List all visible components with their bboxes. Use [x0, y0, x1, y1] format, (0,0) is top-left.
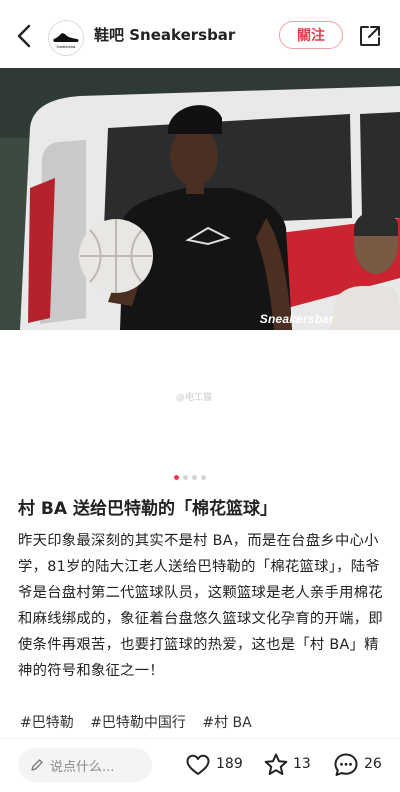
- hashtag-link[interactable]: #巴特勒中国行: [90, 715, 186, 731]
- comment-placeholder: 说点什么...: [50, 760, 115, 775]
- bottom-action-bar: 说点什么... 189 13 26: [0, 738, 400, 792]
- like-count: 189: [216, 756, 243, 772]
- comment-button[interactable]: 26: [332, 751, 388, 779]
- carousel-dot[interactable]: [174, 475, 179, 480]
- carousel-dot[interactable]: [183, 475, 188, 480]
- post-photo[interactable]: Sneakersbar: [0, 68, 400, 330]
- comment-count: 26: [364, 756, 382, 772]
- photo-watermark: Sneakersbar: [259, 312, 334, 326]
- favorite-count: 13: [293, 756, 311, 772]
- hashtag-link[interactable]: #村 BA: [202, 715, 251, 731]
- avatar[interactable]: Sneakersbar: [48, 20, 84, 56]
- top-bar: Sneakersbar 鞋吧 Sneakersbar 關注: [0, 0, 400, 70]
- heart-icon: [186, 754, 210, 775]
- pencil-icon: [31, 759, 43, 771]
- back-arrow-icon[interactable]: [12, 22, 38, 50]
- follow-button[interactable]: 關注: [279, 21, 343, 49]
- comment-input[interactable]: 说点什么...: [18, 748, 152, 782]
- post-title: 村 BA 送给巴特勒的「棉花篮球」: [18, 499, 277, 519]
- weibo-watermark: @电工猫: [176, 393, 213, 403]
- post-body: 昨天印象最深刻的其实不是村 BA，而是在台盘乡中心小学，81岁的陆大江老人送给巴…: [18, 533, 383, 679]
- hashtag-link[interactable]: #巴特勒: [20, 715, 74, 731]
- carousel-dot[interactable]: [201, 475, 206, 480]
- favorite-button[interactable]: 13: [262, 751, 312, 779]
- like-button[interactable]: 189: [184, 751, 244, 779]
- chat-bubble-icon: [334, 753, 358, 776]
- avatar-text: Sneakersbar: [56, 45, 76, 49]
- tag-list: #巴特勒 #巴特勒中国行 #村 BA: [20, 712, 264, 732]
- share-icon[interactable]: [358, 24, 382, 48]
- star-icon: [264, 753, 288, 775]
- account-name[interactable]: 鞋吧 Sneakersbar: [94, 24, 235, 45]
- photo-illustration: [0, 68, 400, 330]
- sneaker-logo-icon: Sneakersbar: [53, 33, 79, 49]
- carousel-dot[interactable]: [192, 475, 197, 480]
